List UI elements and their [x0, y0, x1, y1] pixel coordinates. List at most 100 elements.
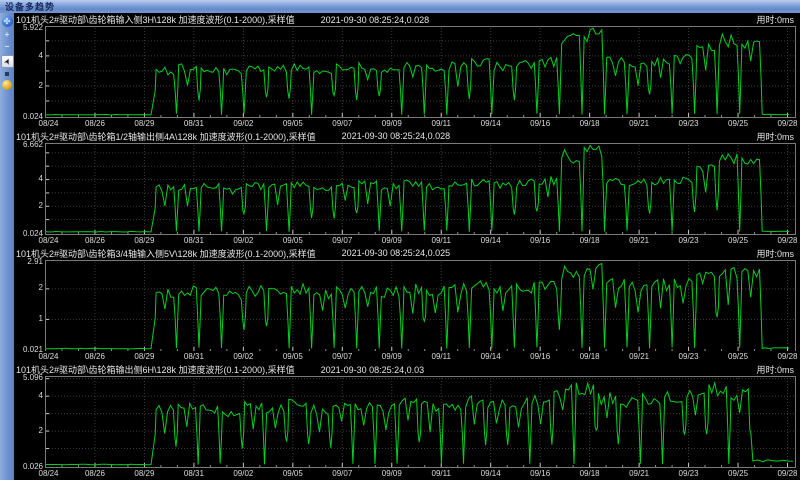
- x-axis-label: 09/28: [777, 469, 798, 478]
- x-axis-label: 08/29: [134, 235, 155, 245]
- x-axis: 08/24 08/26 08/29 08/31 09/02 09/05 09/07 09/09…: [38, 235, 798, 247]
- x-axis-label: 08/24: [38, 118, 59, 128]
- x-axis: 08/24 08/26 08/29 08/31 09/02 09/05 09/07 09/09…: [38, 351, 798, 363]
- y-axis-label: 1: [38, 313, 43, 323]
- x-axis-label: 08/29: [134, 352, 155, 362]
- channel-title: 101机头2#驱动部\齿轮箱输入侧3H\128k 加速度波形(0.1-2000)…: [16, 15, 295, 25]
- x-axis-label: 09/02: [233, 118, 254, 128]
- x-axis-label: 09/14: [480, 352, 501, 362]
- x-axis-label: 09/07: [332, 469, 353, 478]
- x-axis-label: 09/05: [282, 352, 303, 362]
- x-axis-label: 09/09: [381, 352, 402, 362]
- trend-panel-2: 101机头2#驱动部\齿轮箱1/2轴输出侧4A\128k 加速度波形(0.1-2…: [14, 130, 800, 247]
- x-axis-label: 08/31: [183, 469, 204, 478]
- trend-panel-4: 101机头2#驱动部\齿轮箱输出侧6H\128k 加速度波形(0.1-2000)…: [14, 363, 800, 480]
- y-axis: 2.91 1 2 0.021: [14, 256, 45, 354]
- elapsed-label: 用时:0ms: [756, 15, 794, 25]
- trend-panel-1: 101机头2#驱动部\齿轮箱输入侧3H\128k 加速度波形(0.1-2000)…: [14, 13, 800, 130]
- elapsed-label: 用时:0ms: [756, 248, 794, 259]
- x-axis-label: 08/26: [84, 469, 105, 478]
- y-axis-label: 4: [38, 174, 43, 184]
- x-axis-label: 09/18: [579, 118, 600, 128]
- cursor-tool-icon[interactable]: ➤: [0, 55, 14, 68]
- chart-stack: 101机头2#驱动部\齿轮箱输入侧3H\128k 加速度波形(0.1-2000)…: [14, 13, 800, 480]
- sample-timestamp: 2021-09-30 08:25:24,0.028: [341, 131, 451, 142]
- y-axis: 5.922 2 4 0.024: [14, 23, 45, 121]
- y-axis-label: 2: [38, 426, 43, 436]
- x-axis-label: 09/07: [332, 235, 353, 245]
- y-axis-label: 4: [38, 391, 43, 401]
- x-axis-label: 09/05: [282, 118, 303, 128]
- x-axis-label: 09/23: [678, 235, 699, 245]
- channel-title: 101机头2#驱动部\齿轮箱输出侧6H\128k 加速度波形(0.1-2000)…: [16, 365, 295, 376]
- x-axis-label: 09/25: [728, 235, 749, 245]
- x-axis-label: 08/24: [38, 469, 59, 478]
- elapsed-label: 用时:0ms: [756, 131, 794, 142]
- app-window: 设备多趋势 ✣ + − ➤ 101机头2#驱动部\齿轮箱输入侧3H\128k 加…: [0, 0, 800, 480]
- main-area: ✣ + − ➤ 101机头2#驱动部\齿轮箱输入侧3H\128k 加速度波形(0…: [0, 13, 800, 480]
- x-axis-label: 09/23: [678, 469, 699, 478]
- y-axis-label: 6.662: [22, 139, 43, 149]
- x-axis-label: 09/11: [431, 469, 451, 478]
- trend-panel-3: 101机头2#驱动部\齿轮箱3/4轴输入侧5V\128k 加速度波形(0.1-2…: [14, 247, 800, 364]
- x-axis-label: 08/31: [183, 352, 204, 362]
- x-axis-label: 09/18: [579, 469, 600, 478]
- x-axis-label: 09/07: [332, 352, 353, 362]
- tool-strip: ✣ + − ➤: [0, 13, 14, 480]
- x-axis-label: 09/14: [480, 235, 501, 245]
- y-axis: 6.662 2 4 0.024: [14, 139, 45, 237]
- x-axis-label: 09/28: [777, 235, 798, 245]
- x-axis-label: 09/21: [629, 118, 650, 128]
- x-axis-label: 09/14: [480, 118, 501, 128]
- x-axis-label: 09/18: [579, 235, 600, 245]
- x-axis-label: 09/25: [728, 118, 749, 128]
- elapsed-label: 用时:0ms: [756, 365, 794, 376]
- x-axis-label: 08/26: [84, 235, 105, 245]
- channel-title: 101机头2#驱动部\齿轮箱1/2轴输出侧4A\128k 加速度波形(0.1-2…: [16, 131, 316, 142]
- marker-icon[interactable]: [5, 72, 9, 76]
- y-axis-label: 2: [38, 283, 43, 293]
- y-axis-label: 5.922: [22, 23, 43, 32]
- x-axis-label: 09/16: [530, 352, 551, 362]
- x-axis-label: 08/24: [38, 352, 59, 362]
- x-axis-label: 09/23: [678, 118, 699, 128]
- sample-timestamp: 2021-09-30 08:25:24,0.03: [320, 364, 425, 375]
- x-axis-label: 09/28: [777, 352, 798, 362]
- x-axis-label: 09/09: [381, 235, 402, 245]
- navigate-icon[interactable]: ✣: [1, 16, 13, 27]
- sample-timestamp: 2021-09-30 08:25:24,0.028: [320, 14, 430, 25]
- x-axis-label: 09/02: [233, 352, 254, 362]
- zoom-in-icon[interactable]: +: [3, 31, 12, 39]
- x-axis-label: 09/05: [282, 235, 303, 245]
- y-axis-label: 2.91: [27, 256, 43, 266]
- trend-plot[interactable]: [45, 142, 796, 235]
- x-axis-label: 09/16: [530, 235, 551, 245]
- trend-plot[interactable]: [45, 259, 796, 352]
- x-axis-label: 09/21: [629, 352, 650, 362]
- title-bar[interactable]: 设备多趋势: [0, 0, 800, 13]
- x-axis-label: 09/09: [381, 118, 402, 128]
- x-axis-label: 09/25: [728, 352, 749, 362]
- x-axis-label: 08/24: [38, 235, 59, 245]
- x-axis-label: 09/28: [777, 118, 798, 128]
- sphere-icon[interactable]: [2, 80, 12, 90]
- trend-plot[interactable]: [45, 26, 796, 118]
- x-axis-label: 09/21: [629, 235, 650, 245]
- channel-title: 101机头2#驱动部\齿轮箱3/4轴输入侧5V\128k 加速度波形(0.1-2…: [16, 248, 316, 259]
- trend-plot[interactable]: [45, 376, 796, 468]
- x-axis-label: 08/31: [183, 235, 204, 245]
- x-axis-label: 09/11: [431, 352, 451, 362]
- y-axis-label: 2: [38, 80, 43, 90]
- x-axis-label: 08/26: [84, 352, 105, 362]
- x-axis-label: 09/21: [629, 469, 650, 478]
- sample-timestamp: 2021-09-30 08:25:24,0.025: [341, 248, 451, 258]
- x-axis-label: 09/16: [530, 118, 551, 128]
- x-axis-label: 08/31: [183, 118, 204, 128]
- x-axis-label: 09/07: [332, 118, 353, 128]
- x-axis-label: 08/29: [134, 118, 155, 128]
- zoom-out-icon[interactable]: −: [3, 43, 12, 51]
- x-axis-label: 09/11: [431, 235, 451, 245]
- x-axis-label: 09/25: [728, 469, 749, 478]
- x-axis-label: 09/02: [233, 235, 254, 245]
- window-title: 设备多趋势: [5, 2, 56, 12]
